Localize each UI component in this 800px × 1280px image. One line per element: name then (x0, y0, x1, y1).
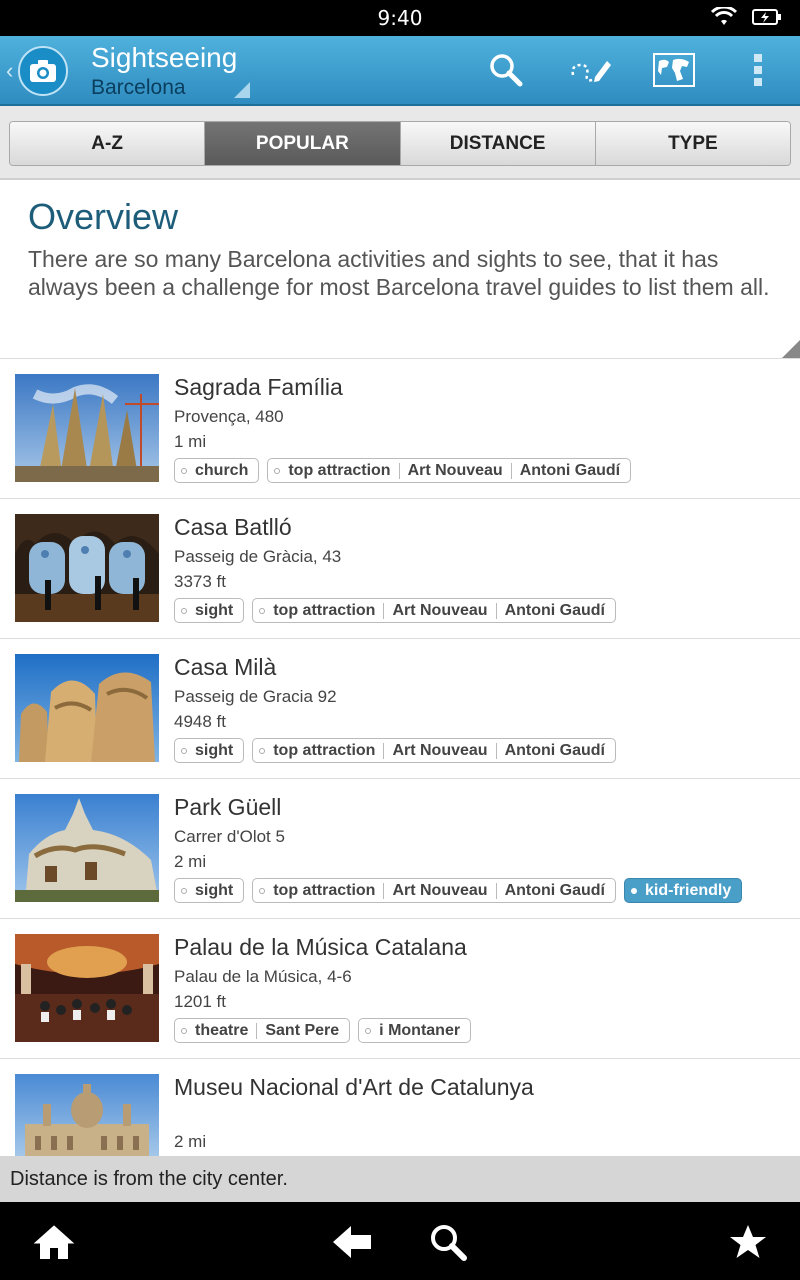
tag-kid-friendly[interactable]: kid-friendly (624, 878, 743, 903)
list-item[interactable]: Casa Batlló Passeig de Gràcia, 43 3373 f… (0, 499, 800, 639)
tag[interactable]: sight (174, 598, 245, 623)
overview-section[interactable]: Overview There are so many Barcelona act… (0, 182, 800, 359)
tag[interactable]: top attraction Art Nouveau Antoni Gaudí (252, 598, 616, 623)
home-icon[interactable] (32, 1220, 76, 1264)
list-item[interactable]: Palau de la Música Catalana Palau de la … (0, 919, 800, 1059)
back-arrow-icon[interactable] (330, 1220, 374, 1264)
tag[interactable]: church (174, 458, 260, 483)
item-tags: sight top attraction Art Nouveau Antoni Ga… (174, 738, 616, 763)
overview-title: Overview (28, 196, 179, 237)
item-distance: 3373 ft (174, 572, 226, 591)
item-distance: 4948 ft (174, 712, 226, 731)
item-address: Passeig de Gracia 92 (174, 687, 337, 706)
tag[interactable]: theatre Sant Pere (174, 1018, 351, 1043)
wifi-icon (710, 7, 738, 25)
casa-mila-photo (15, 654, 159, 762)
back-chevron-icon[interactable]: ‹ (6, 58, 13, 84)
distance-note: Distance is from the city center. (0, 1156, 800, 1202)
expand-corner-icon[interactable] (782, 340, 800, 358)
star-icon[interactable] (726, 1220, 770, 1264)
sagrada-familia-photo (15, 374, 159, 482)
list-item[interactable]: Park Güell Carrer d'Olot 5 2 mi sight to… (0, 779, 800, 919)
list-item[interactable]: Sagrada Família Provença, 480 1 mi churc… (0, 359, 800, 499)
item-distance: 1201 ft (174, 992, 226, 1011)
tab-distance[interactable]: DISTANCE (400, 122, 596, 165)
camera-logo-icon[interactable] (18, 46, 68, 96)
tab-type[interactable]: TYPE (595, 122, 790, 165)
screen-title: Sightseeing (91, 42, 238, 73)
list-item[interactable]: Casa Milà Passeig de Gracia 92 4948 ft s… (0, 639, 800, 779)
item-address: Passeig de Gràcia, 43 (174, 547, 342, 566)
tag[interactable]: top attraction Art Nouveau Antoni Gaudí (252, 738, 616, 763)
city-selector[interactable]: Barcelona (91, 76, 186, 100)
bottom-nav (0, 1202, 800, 1280)
search-icon[interactable] (426, 1220, 470, 1264)
tag[interactable]: sight (174, 878, 245, 903)
item-address: Palau de la Música, 4-6 (174, 967, 352, 986)
tab-popular[interactable]: POPULAR (205, 122, 401, 165)
tag[interactable]: sight (174, 738, 245, 763)
item-tags: sight top attraction Art Nouveau Antoni Ga… (174, 878, 743, 903)
search-icon[interactable] (486, 50, 526, 90)
item-distance: 2 mi (174, 852, 207, 871)
casa-batllo-photo (15, 514, 159, 622)
item-name: Sagrada Família (174, 374, 343, 400)
tag[interactable]: top attraction Art Nouveau Antoni Gaudí (267, 458, 632, 483)
park-guell-photo (15, 794, 159, 902)
overflow-menu-icon[interactable] (738, 50, 778, 90)
status-bar: 9:40 (0, 0, 800, 36)
item-name: Palau de la Música Catalana (174, 934, 467, 960)
item-distance: 2 mi (174, 1132, 207, 1151)
item-tags: theatre Sant Pere i Montaner (174, 1018, 472, 1043)
tab-bar: A-Z POPULAR DISTANCE TYPE (9, 121, 791, 166)
status-icons (710, 7, 782, 27)
tab-a-z[interactable]: A-Z (10, 122, 206, 165)
item-name: Casa Batlló (174, 514, 292, 540)
item-tags: church top attraction Art Nouveau Antoni G… (174, 458, 632, 483)
world-map-icon[interactable] (652, 50, 696, 90)
item-address: Carrer d'Olot 5 (174, 827, 285, 846)
action-bar: ‹ Sightseeing Barcelona (0, 36, 800, 106)
item-distance: 1 mi (174, 432, 207, 451)
status-time: 9:40 (377, 6, 423, 30)
battery-icon (752, 9, 781, 25)
tag[interactable]: i Montaner (358, 1018, 472, 1043)
sights-list: Sagrada Família Provença, 480 1 mi churc… (0, 359, 800, 1199)
item-name: Museu Nacional d'Art de Catalunya (174, 1074, 534, 1100)
palau-musica-photo (15, 934, 159, 1042)
dropdown-corner-icon (234, 82, 250, 98)
tag[interactable]: top attraction Art Nouveau Antoni Gaudí (252, 878, 616, 903)
item-name: Casa Milà (174, 654, 277, 680)
overview-text: There are so many Barcelona activities a… (28, 246, 770, 300)
item-tags: sight top attraction Art Nouveau Antoni Ga… (174, 598, 616, 623)
item-address: Provença, 480 (174, 407, 284, 426)
route-edit-icon[interactable] (568, 50, 614, 90)
item-name: Park Güell (174, 794, 282, 820)
tab-bar-container: A-Z POPULAR DISTANCE TYPE (0, 106, 800, 180)
